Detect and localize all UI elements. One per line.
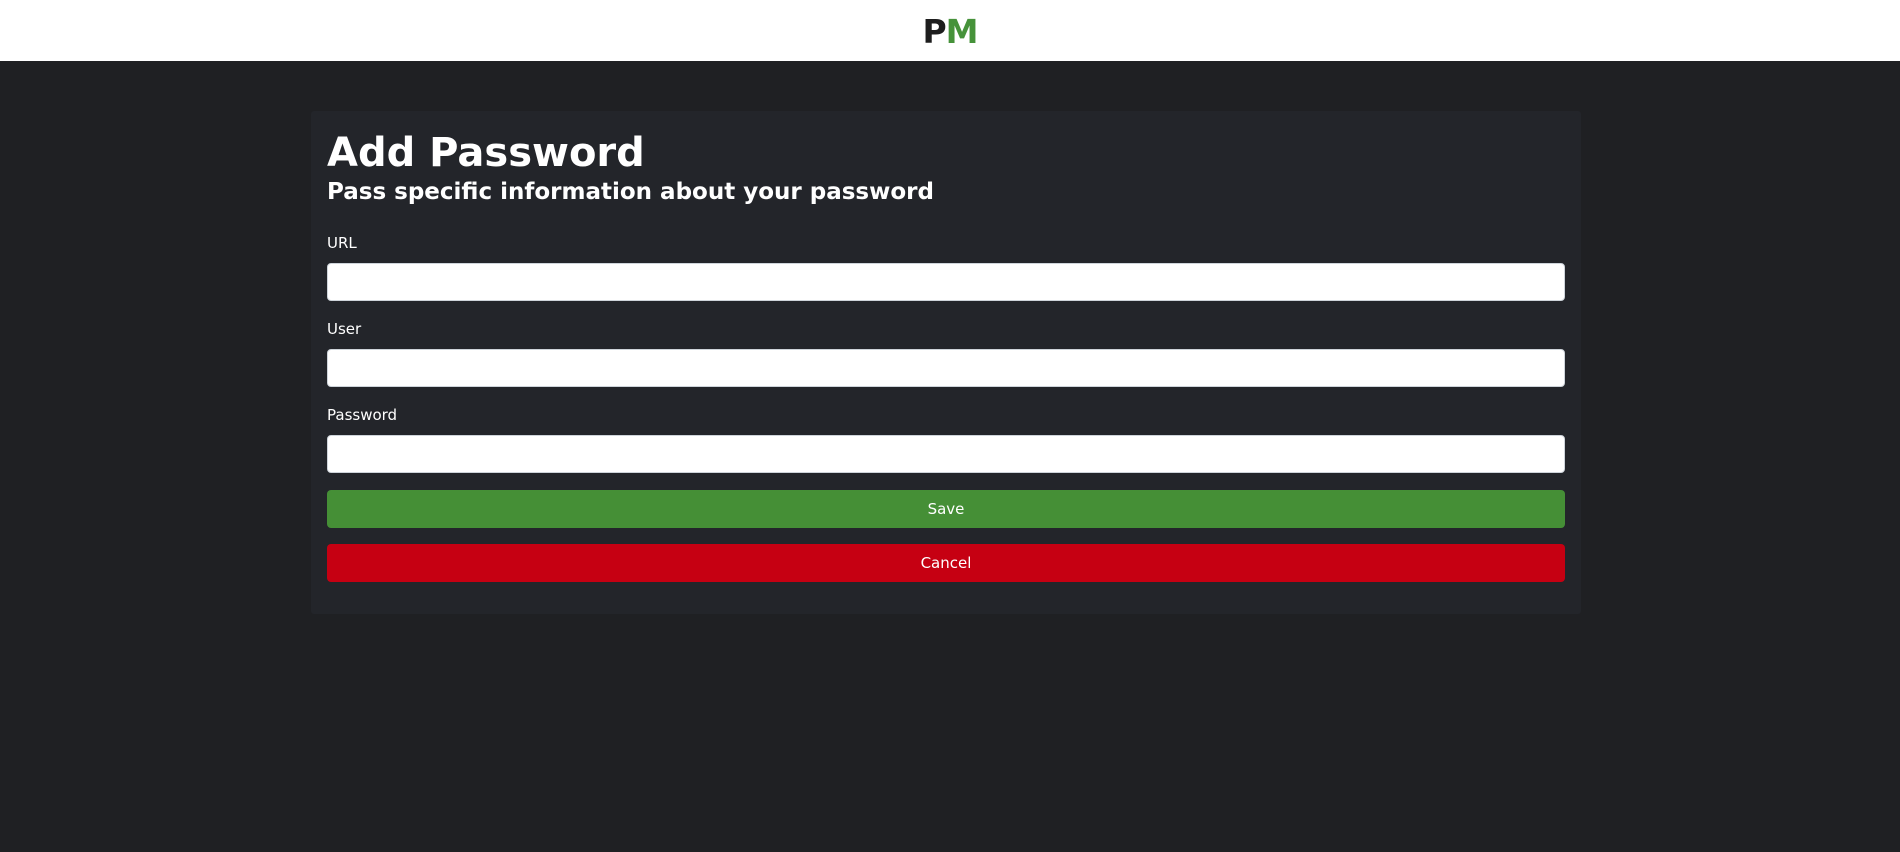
logo-letter-m: M	[945, 11, 979, 51]
password-input[interactable]	[327, 435, 1565, 473]
logo-letter-p: P	[922, 11, 946, 51]
add-password-card: Add Password Pass specific information a…	[311, 111, 1581, 614]
page-subtitle: Pass specific information about your pas…	[327, 179, 934, 205]
user-input[interactable]	[327, 349, 1565, 387]
app-logo[interactable]: PM	[922, 11, 979, 51]
page-title: Add Password	[327, 130, 645, 176]
save-button[interactable]: Save	[327, 490, 1565, 528]
url-label: URL	[327, 234, 357, 252]
cancel-button[interactable]: Cancel	[327, 544, 1565, 582]
user-label: User	[327, 320, 362, 338]
password-label: Password	[327, 406, 398, 424]
top-header: PM	[0, 0, 1900, 61]
url-input[interactable]	[327, 263, 1565, 301]
